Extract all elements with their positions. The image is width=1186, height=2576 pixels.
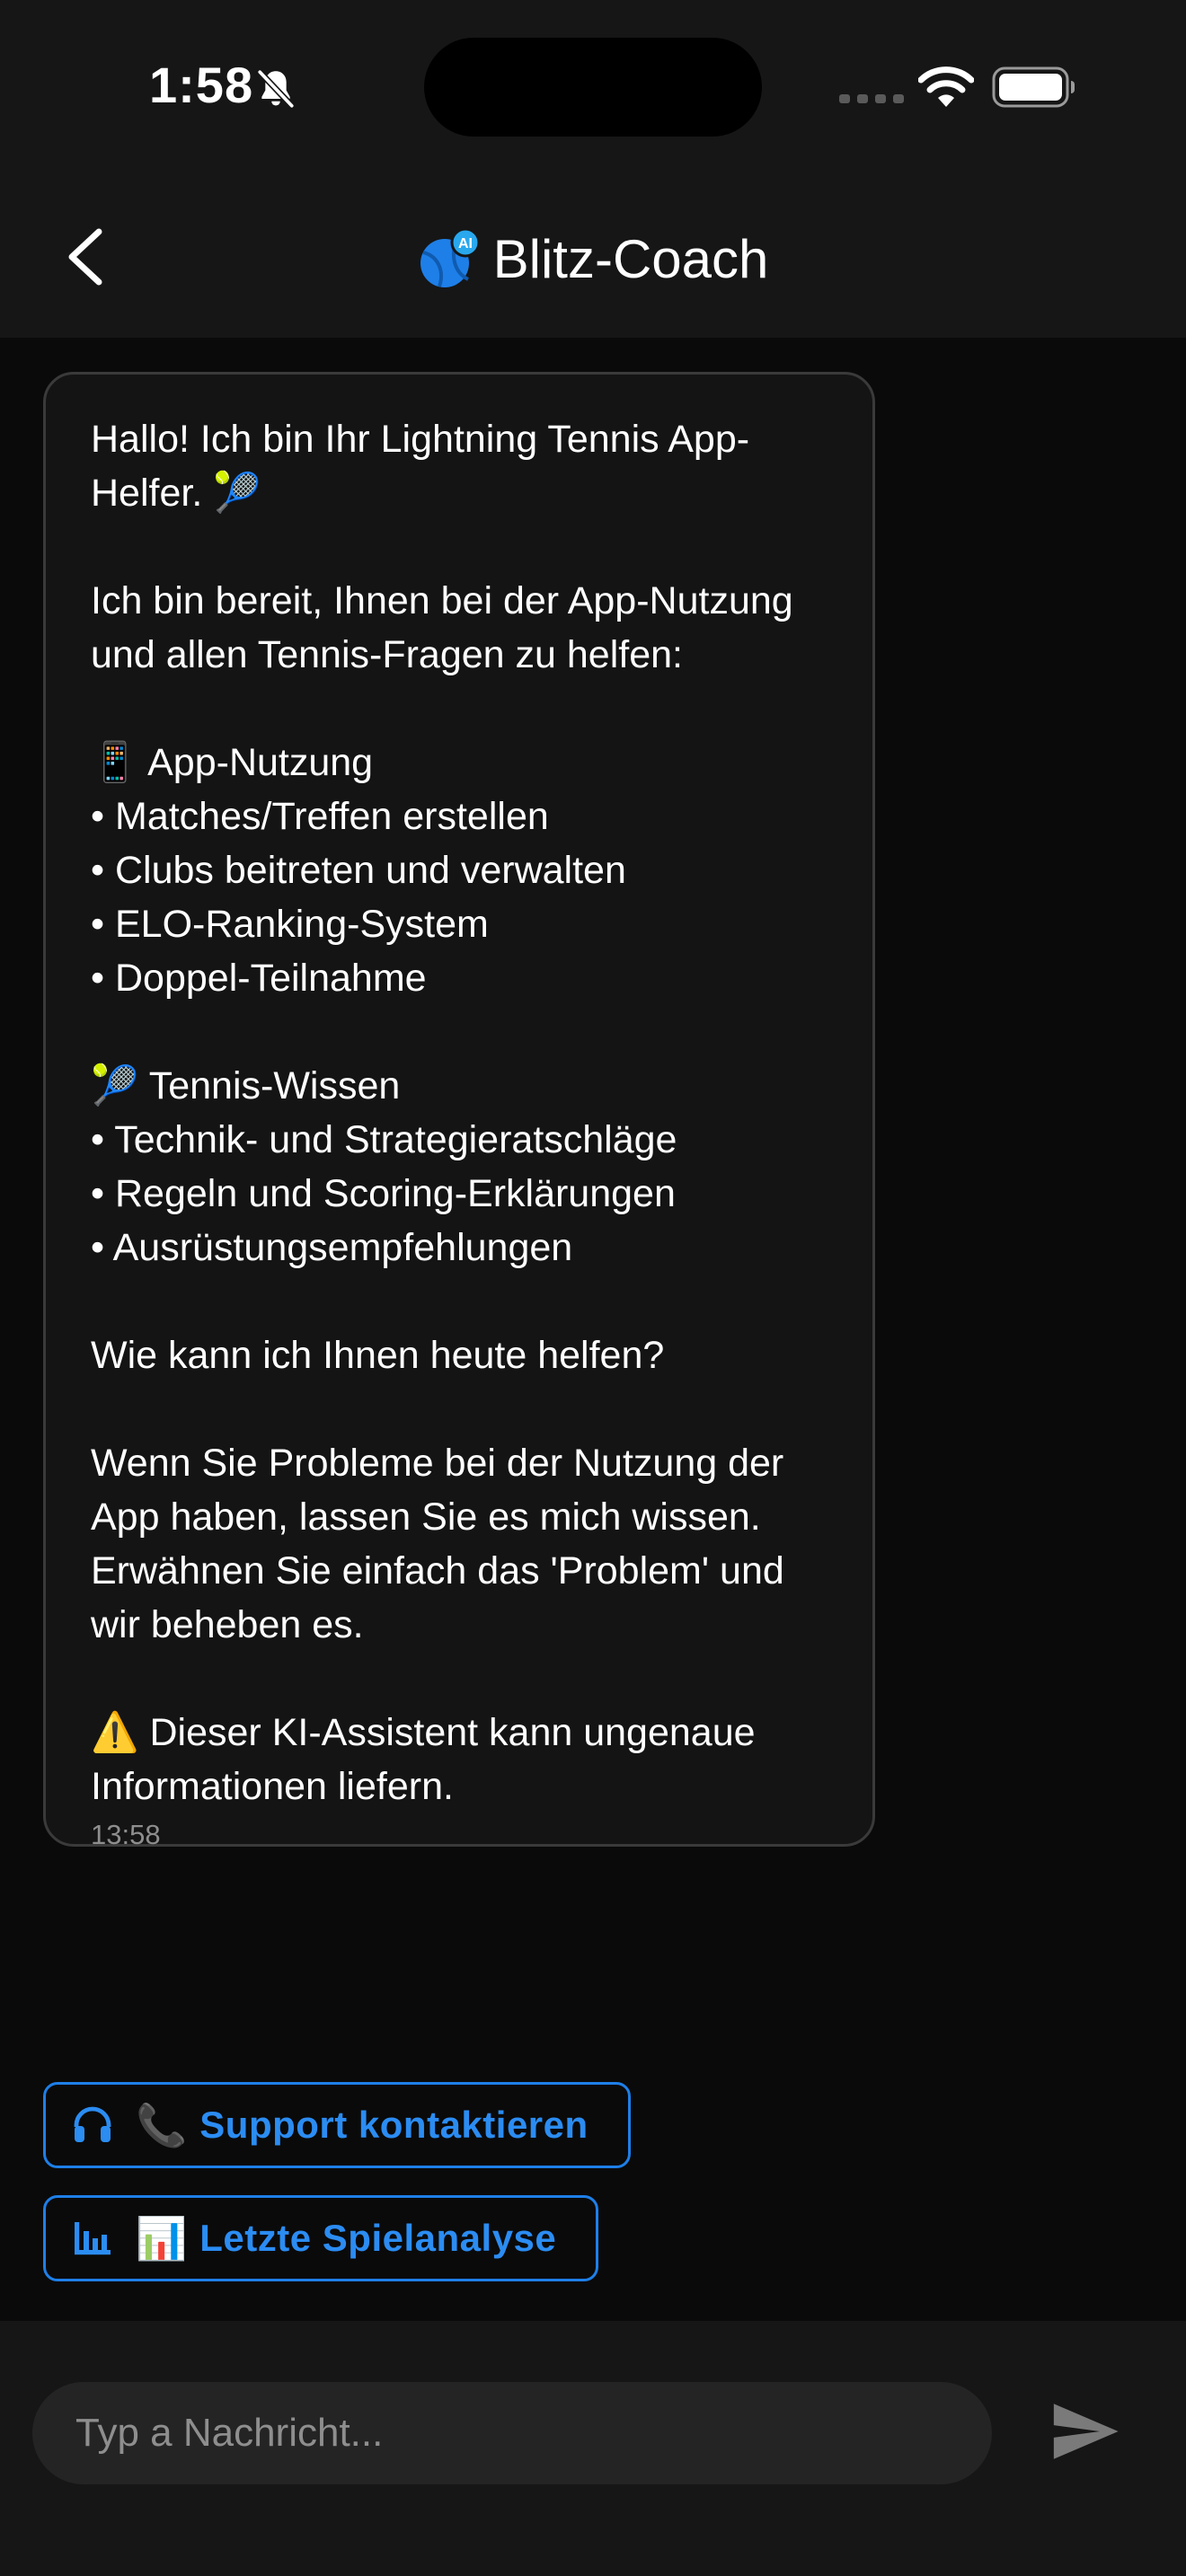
ai-badge: AI: [458, 236, 473, 251]
contact-support-label: Support kontaktieren: [199, 2104, 589, 2146]
phone-emoji-icon: 📞: [136, 2102, 188, 2148]
message-timestamp: 13:58: [91, 1819, 161, 1850]
wifi-icon: [918, 66, 974, 107]
message-input-bar: [0, 2321, 1186, 2576]
bell-slash-icon: [257, 69, 295, 109]
page-title: Blitz-Coach: [492, 228, 769, 289]
headset-icon: [74, 2106, 111, 2142]
status-bar: 1:58: [0, 0, 1186, 180]
signal-icon: [839, 94, 904, 103]
send-icon: [1053, 2404, 1119, 2459]
send-button[interactable]: [1048, 2395, 1121, 2468]
title-group: AI Blitz-Coach: [0, 180, 1186, 338]
message-input[interactable]: [32, 2382, 992, 2484]
chart-emoji-icon: 📊: [136, 2215, 188, 2262]
contact-support-button[interactable]: 📞 Support kontaktieren: [43, 2082, 631, 2168]
chat-area[interactable]: Hallo! Ich bin Ihr Lightning Tennis App-…: [0, 338, 1186, 2321]
bar-chart-icon: [75, 2222, 111, 2255]
dynamic-island: [424, 38, 762, 137]
battery-icon: [992, 66, 1075, 108]
last-match-analysis-button[interactable]: 📊 Letzte Spielanalyse: [43, 2195, 598, 2281]
last-match-analysis-label: Letzte Spielanalyse: [199, 2217, 557, 2259]
assistant-message-bubble: Hallo! Ich bin Ihr Lightning Tennis App-…: [43, 372, 875, 1850]
message-text: Hallo! Ich bin Ihr Lightning Tennis App-…: [91, 418, 793, 1808]
tennis-ai-logo-icon: AI: [420, 227, 481, 287]
nav-header: AI Blitz-Coach: [0, 180, 1186, 338]
status-time: 1:58: [149, 57, 254, 113]
